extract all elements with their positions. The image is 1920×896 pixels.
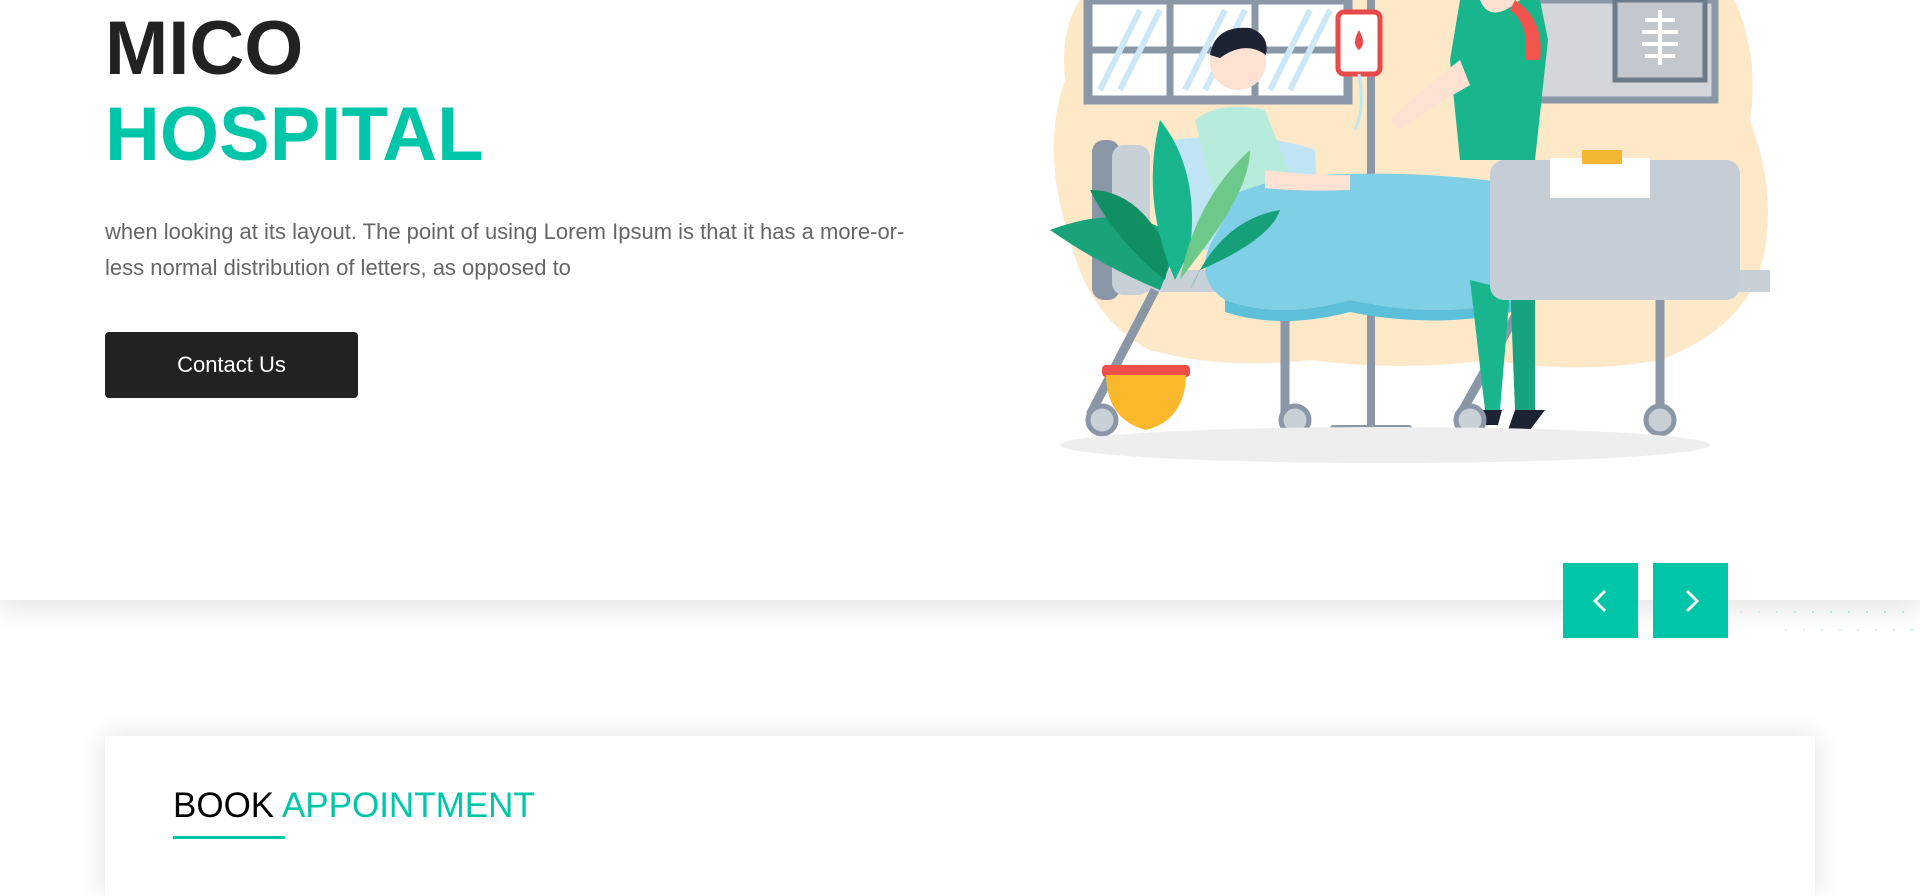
hero-title-mico: MICO (105, 4, 303, 94)
book-appointment-heading: BOOK APPOINTMENT (173, 786, 535, 826)
heading-underline (173, 836, 285, 839)
hero-slider: MICO HOSPITAL when looking at its layout… (0, 0, 1920, 600)
hospital-illustration (1020, 0, 1790, 470)
carousel-prev-button[interactable] (1563, 563, 1638, 638)
heading-word-appointment: APPOINTMENT (282, 786, 535, 825)
hero-title-hospital: HOSPITAL (105, 90, 484, 180)
heading-word-book: BOOK (173, 786, 274, 825)
hero-description: when looking at its layout. The point of… (105, 214, 905, 286)
chevron-right-icon (1677, 587, 1705, 615)
book-appointment-card: BOOK APPOINTMENT (105, 736, 1815, 896)
chevron-left-icon (1587, 587, 1615, 615)
contact-us-button[interactable]: Contact Us (105, 332, 358, 398)
carousel-next-button[interactable] (1653, 563, 1728, 638)
